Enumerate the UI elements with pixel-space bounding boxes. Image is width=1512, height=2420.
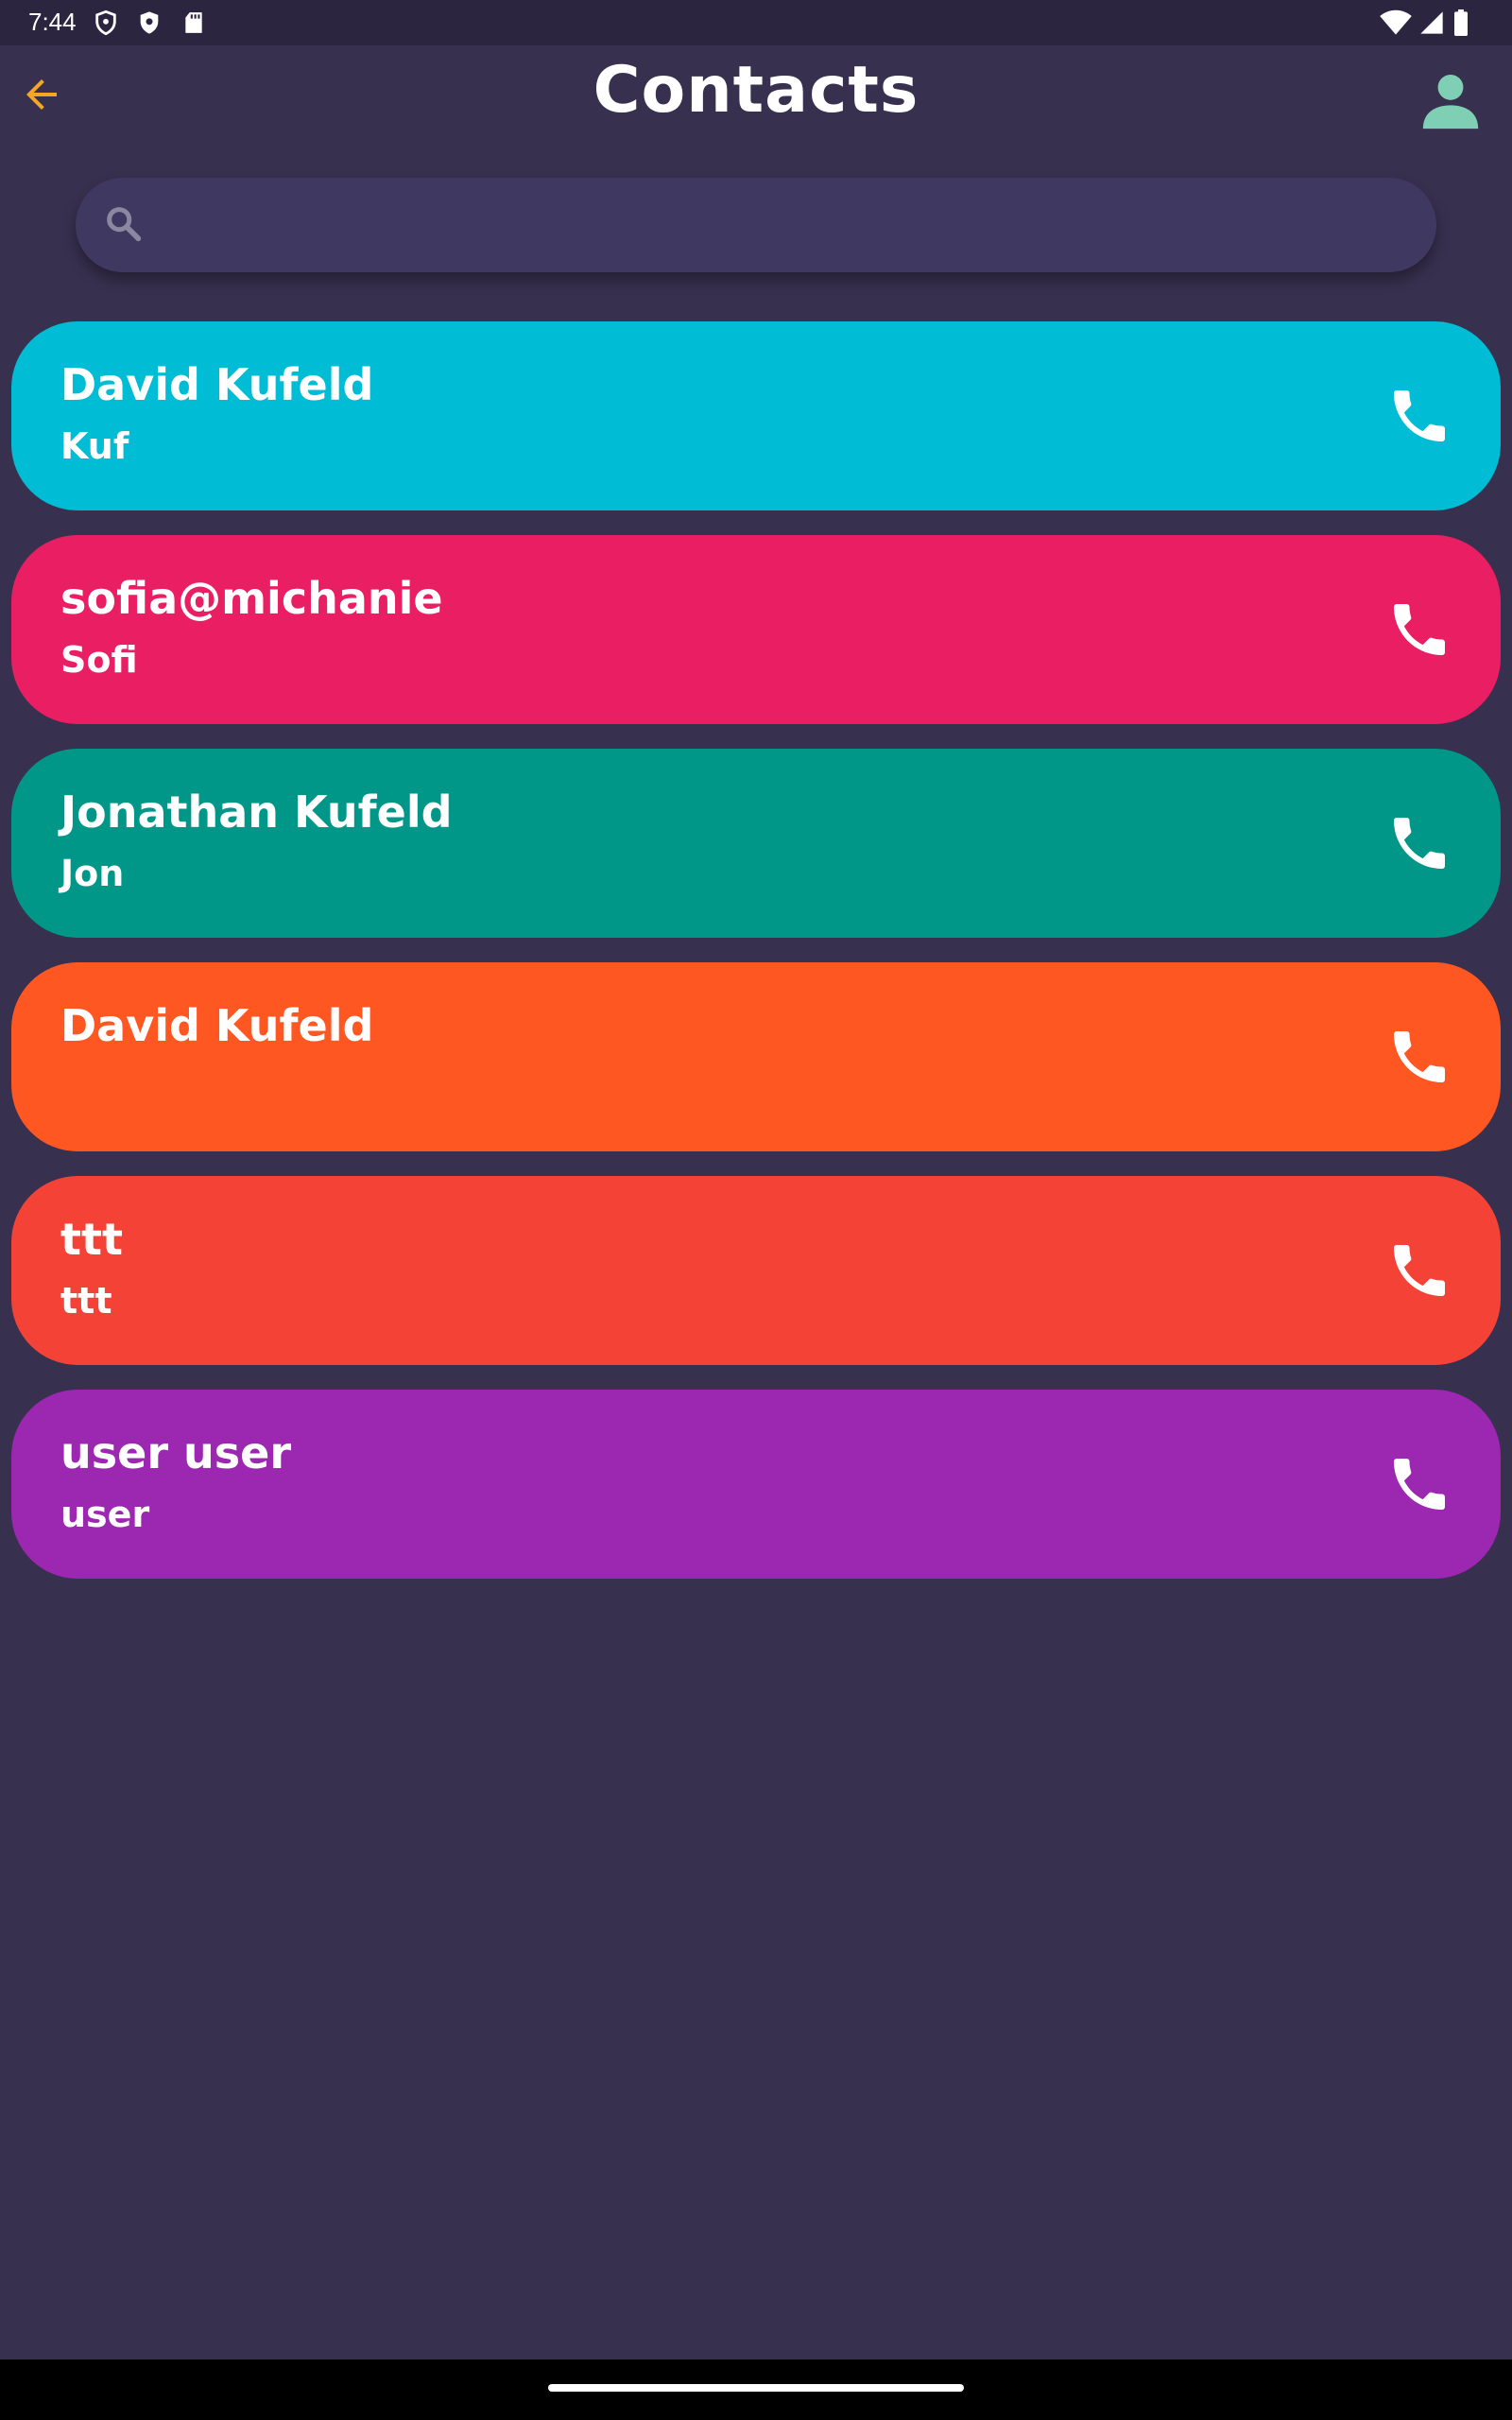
- contact-card[interactable]: Jonathan Kufeld Jon: [11, 749, 1501, 938]
- system-nav-bar: [0, 2360, 1512, 2420]
- contact-nickname: Sofi: [60, 639, 138, 681]
- search-bar: [76, 178, 1436, 274]
- contact-name: ttt: [60, 1214, 123, 1265]
- security-shield-icon: [136, 9, 163, 43]
- home-gesture-handle[interactable]: [548, 2384, 964, 2392]
- contact-card[interactable]: user user user: [11, 1390, 1501, 1579]
- contact-nickname: Jon: [60, 853, 125, 894]
- search-input[interactable]: [166, 178, 1399, 274]
- phone-icon: [1394, 604, 1445, 655]
- call-button[interactable]: [1385, 1450, 1453, 1518]
- contact-name: sofia@michanie: [60, 573, 443, 624]
- app-bar: Contacts: [0, 45, 1512, 149]
- phone-icon: [1394, 1459, 1445, 1510]
- call-button[interactable]: [1385, 809, 1453, 877]
- phone-icon: [1394, 1031, 1445, 1082]
- contact-list: David Kufeld Kuf sofia@michanie Sofi Jon…: [11, 321, 1501, 1603]
- contact-nickname: Kuf: [60, 425, 129, 467]
- battery-icon: [1453, 9, 1469, 43]
- profile-button[interactable]: [1418, 68, 1489, 140]
- signal-icon: [1418, 9, 1446, 43]
- call-button[interactable]: [1385, 1023, 1453, 1091]
- contact-card[interactable]: ttt ttt: [11, 1176, 1501, 1365]
- status-bar: 7:44: [0, 0, 1512, 45]
- contact-name: user user: [60, 1427, 292, 1478]
- phone-icon: [1394, 818, 1445, 869]
- contact-name: David Kufeld: [60, 1000, 374, 1051]
- person-icon: [1422, 75, 1479, 130]
- vpn-shield-icon: [93, 9, 119, 43]
- call-button[interactable]: [1385, 596, 1453, 664]
- page-title: Contacts: [593, 53, 919, 128]
- contact-name: David Kufeld: [60, 359, 374, 410]
- search-icon: [102, 202, 146, 250]
- contact-card[interactable]: David Kufeld: [11, 962, 1501, 1151]
- phone-icon: [1394, 1245, 1445, 1296]
- sd-card-icon: [181, 9, 206, 43]
- status-time: 7:44: [28, 8, 77, 36]
- contact-card[interactable]: David Kufeld Kuf: [11, 321, 1501, 510]
- call-button[interactable]: [1385, 382, 1453, 450]
- contact-nickname: user: [60, 1494, 150, 1535]
- contact-card[interactable]: sofia@michanie Sofi: [11, 535, 1501, 724]
- phone-icon: [1394, 390, 1445, 441]
- wifi-icon: [1380, 9, 1412, 43]
- contact-nickname: ttt: [60, 1280, 112, 1322]
- call-button[interactable]: [1385, 1236, 1453, 1305]
- contact-name: Jonathan Kufeld: [60, 786, 453, 838]
